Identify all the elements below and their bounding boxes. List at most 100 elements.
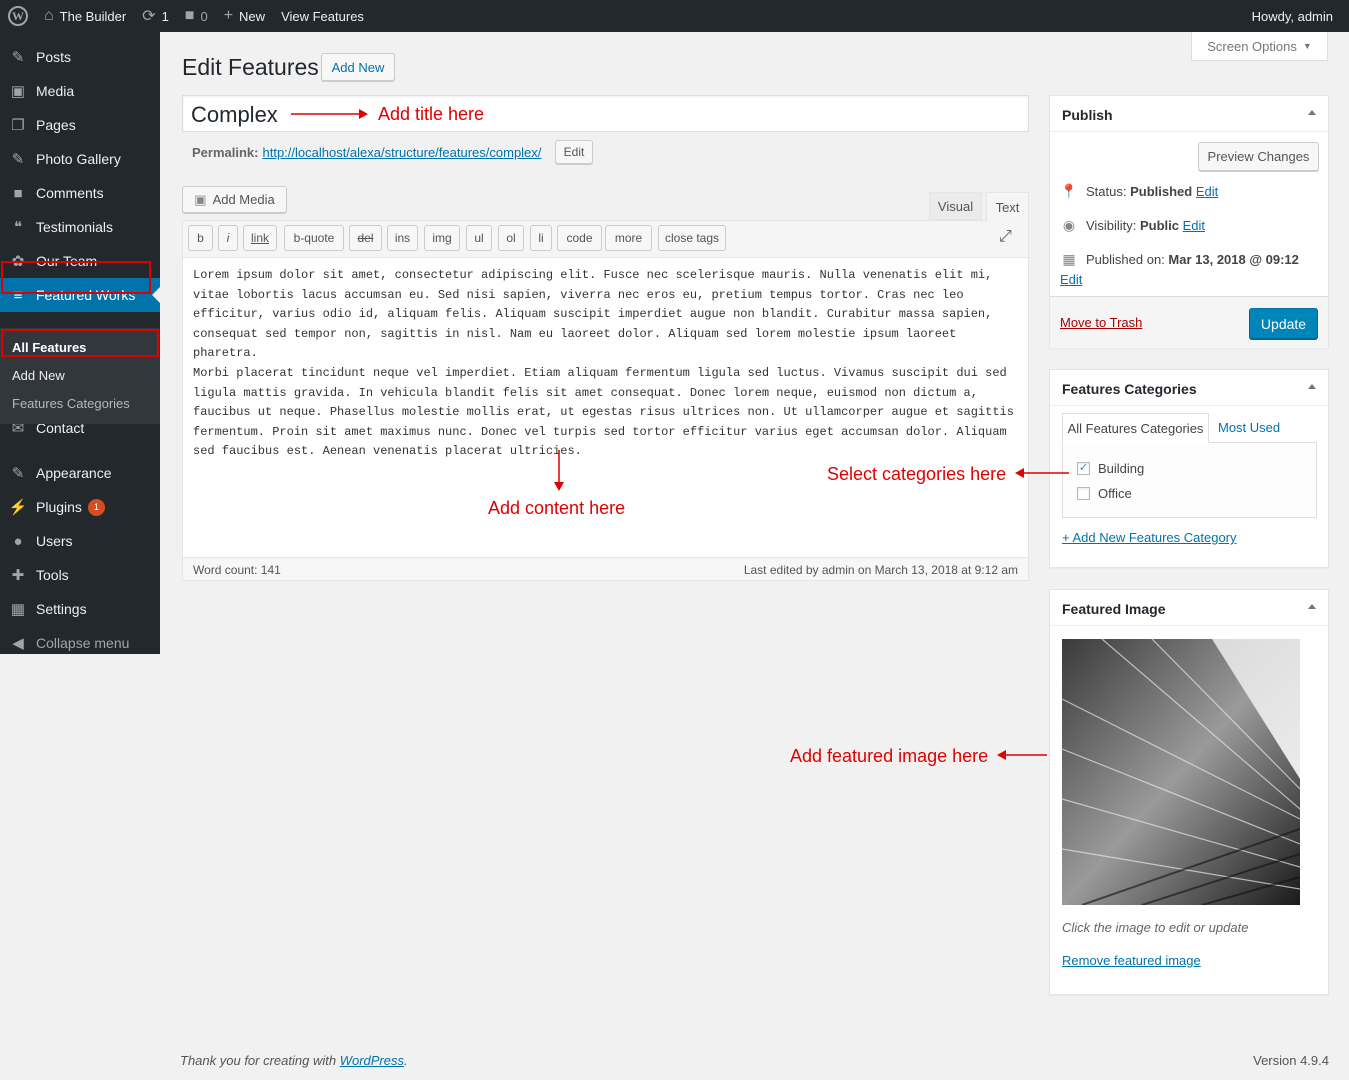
quicktag-ol-button[interactable]: ol	[498, 225, 524, 251]
wordpress-logo-menu[interactable]: W	[0, 0, 36, 32]
site-name: The Builder	[59, 8, 127, 24]
sidebar-item-plugins[interactable]: ⚡ Plugins 1	[0, 490, 160, 524]
calendar-icon: ▦	[1062, 251, 1076, 267]
sidebar-item-photo-gallery[interactable]: ✎ Photo Gallery	[0, 142, 160, 176]
page-title: Edit Features	[182, 54, 319, 80]
visibility-edit-link[interactable]: Edit	[1183, 218, 1205, 233]
quicktag-link-button[interactable]: link	[243, 225, 277, 251]
image-annotation-arrow	[997, 750, 1047, 760]
toggle-arrow-icon[interactable]	[1308, 604, 1316, 609]
sidebar-item-testimonials[interactable]: ❝ Testimonials	[0, 210, 160, 244]
quicktag-li-button[interactable]: li	[530, 225, 552, 251]
toggle-arrow-icon[interactable]	[1308, 384, 1316, 389]
published-edit-link[interactable]: Edit	[1060, 272, 1082, 287]
add-new-button[interactable]: Add New	[321, 53, 395, 81]
sidebar-item-settings[interactable]: ▦ Settings	[0, 592, 160, 626]
caret-down-icon: ▼	[1302, 41, 1312, 51]
visibility-label: Visibility:	[1086, 218, 1137, 233]
sidebar-item-comments[interactable]: ■ Comments	[0, 176, 160, 210]
quicktag-more-button[interactable]: more	[605, 225, 652, 251]
submenu-add-new[interactable]: Add New	[12, 368, 65, 383]
content-annotation-arrow	[554, 450, 564, 491]
sidebar-item-pages[interactable]: ❐ Pages	[0, 108, 160, 142]
permalink-url[interactable]: http://localhost/alexa/structure/feature…	[262, 145, 541, 160]
remove-featured-image-link[interactable]: Remove featured image	[1062, 953, 1201, 968]
sidebar-item-tools[interactable]: ✚ Tools	[0, 558, 160, 592]
categories-header[interactable]: Features Categories	[1050, 370, 1328, 406]
content-paragraph-2[interactable]: Morbi placerat tincidunt neque vel imper…	[193, 364, 1019, 462]
preview-changes-button[interactable]: Preview Changes	[1198, 142, 1319, 171]
sidebar-icon: ✎	[11, 49, 25, 66]
footer-wordpress-link[interactable]: WordPress	[340, 1053, 404, 1068]
visibility-row: ◉ Visibility: Public Edit	[1060, 217, 1205, 234]
submenu-features-categories[interactable]: Features Categories	[12, 396, 130, 411]
editor-status-bar: Word count: 141 Last edited by admin on …	[183, 557, 1028, 580]
image-annotation: Add featured image here	[790, 746, 989, 766]
site-name-link[interactable]: ⌂ The Builder	[36, 0, 134, 32]
sidebar-icon: ▦	[10, 601, 26, 618]
sidebar-item-appearance[interactable]: ✎ Appearance	[0, 456, 160, 490]
tab-all-categories[interactable]: All Features Categories	[1062, 413, 1209, 443]
sidebar-icon: ✎	[11, 151, 25, 168]
quicktag-ins-button[interactable]: ins	[387, 225, 418, 251]
featured-image-header[interactable]: Featured Image	[1050, 590, 1328, 626]
quicktag-b-button[interactable]: b	[188, 225, 213, 251]
tab-text[interactable]: Text	[986, 192, 1029, 221]
updates-link[interactable]: ⟳ 1	[134, 0, 177, 32]
featured-works-highlight	[1, 261, 151, 294]
quicktag-ul-button[interactable]: ul	[466, 225, 492, 251]
status-row: 📍 Status: Published Edit	[1060, 183, 1218, 200]
sidebar-icon: ◀	[12, 635, 24, 652]
status-value: Published	[1130, 184, 1193, 199]
quicktag-code-button[interactable]: code	[557, 225, 602, 251]
checkbox-icon[interactable]	[1077, 487, 1090, 500]
toggle-arrow-icon[interactable]	[1308, 110, 1316, 115]
current-menu-arrow	[152, 287, 160, 303]
updates-count: 1	[161, 8, 169, 24]
permalink-edit-button[interactable]: Edit	[555, 140, 593, 164]
screen-options-button[interactable]: Screen Options ▼	[1191, 32, 1328, 61]
publish-header[interactable]: Publish	[1050, 96, 1328, 132]
home-icon: ⌂	[44, 7, 54, 24]
fullscreen-icon[interactable]: ⤢	[999, 228, 1012, 246]
content-paragraph-1[interactable]: Lorem ipsum dolor sit amet, consectetur …	[193, 266, 1019, 364]
sidebar-item-users[interactable]: ● Users	[0, 524, 160, 558]
sidebar-item-collapse-menu[interactable]: ◀ Collapse menu	[0, 626, 160, 660]
sidebar-item-label: Plugins	[36, 499, 82, 515]
checkbox-checked-icon[interactable]: ✓	[1077, 462, 1090, 475]
category-office[interactable]: Office	[1077, 486, 1132, 501]
my-account-link[interactable]: Howdy, admin	[1252, 0, 1333, 32]
add-media-button[interactable]: ▣ Add Media	[182, 186, 287, 213]
sidebar-item-label: Media	[36, 83, 75, 99]
screen-options-label: Screen Options	[1207, 38, 1297, 54]
featured-image-box: Featured Image Click the image to edit o…	[1049, 589, 1329, 995]
sidebar-item-label: Settings	[36, 601, 87, 617]
categories-annotation-arrow	[1015, 468, 1069, 478]
featured-image-thumbnail[interactable]	[1062, 639, 1300, 905]
quicktag-i-button[interactable]: i	[218, 225, 238, 251]
sidebar-item-media[interactable]: ▣ Media	[0, 74, 160, 108]
categories-box: Features Categories All Features Categor…	[1049, 369, 1329, 568]
move-to-trash-link[interactable]: Move to Trash	[1060, 315, 1142, 330]
add-new-category-link[interactable]: + Add New Features Category	[1062, 530, 1237, 545]
sidebar-item-label: Pages	[36, 117, 76, 133]
quicktag-b-quote-button[interactable]: b-quote	[284, 225, 344, 251]
footer-version: Version 4.9.4	[1253, 1053, 1329, 1068]
published-on-row: ▦ Published on: Mar 13, 2018 @ 09:12	[1060, 251, 1299, 268]
status-edit-link[interactable]: Edit	[1196, 184, 1218, 199]
update-button[interactable]: Update	[1249, 308, 1318, 339]
tab-most-used[interactable]: Most Used	[1218, 420, 1280, 435]
comments-link[interactable]: ■ 0	[177, 0, 216, 32]
tab-visual[interactable]: Visual	[929, 192, 982, 220]
view-features-link[interactable]: View Features	[273, 0, 372, 32]
new-content-link[interactable]: + New	[216, 0, 273, 32]
quicktag-close-tags-button[interactable]: close tags	[658, 225, 726, 251]
quicktag-del-button[interactable]: del	[349, 225, 382, 251]
category-building[interactable]: ✓ Building	[1077, 461, 1144, 476]
sidebar-item-label: Posts	[36, 49, 72, 65]
quicktag-img-button[interactable]: img	[424, 225, 460, 251]
media-icon: ▣	[194, 191, 207, 207]
sidebar-item-posts[interactable]: ✎ Posts	[0, 40, 160, 74]
sidebar-icon: ✎	[11, 465, 25, 482]
footer-thanks-text: Thank you for creating with	[180, 1053, 337, 1068]
